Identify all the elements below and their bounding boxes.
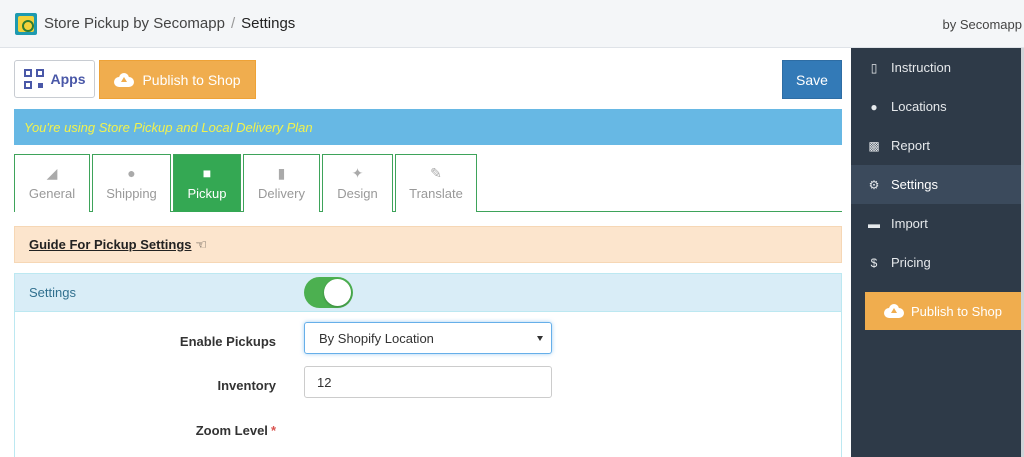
sidebar-item-label: Settings [891,177,938,192]
guide-link[interactable]: Guide For Pickup Settings [29,237,192,252]
page-title: Settings [241,15,296,32]
sidebar-item-import[interactable]: ▬ Import [851,204,1021,243]
folder-open-icon: ▬ [868,216,880,231]
zoom-level-input[interactable]: 12 [304,366,552,398]
save-button[interactable]: Save [782,60,842,99]
tab-translate[interactable]: ✎ Translate [395,154,477,212]
publish-button-label: Publish to Shop [142,71,241,88]
sidebar-item-label: Locations [891,99,947,114]
caret-down-icon [537,336,543,341]
sidebar-item-settings[interactable]: ⚙ Settings [851,165,1021,204]
qr-code-icon [23,69,44,89]
dollar-icon: $ [870,255,878,270]
sidebar-item-report[interactable]: ▩ Report [851,126,1021,165]
edit-icon: ✎ [430,165,442,181]
sidebar-item-label: Pricing [891,255,931,270]
shopping-bag-icon: ■ [202,165,212,181]
tab-label: Pickup [187,186,227,201]
zoom-level-label: Zoom Level * [195,423,276,438]
developer-byline: by Secomapp [942,17,1023,32]
breadcrumb-app-link[interactable]: Store Pickup by Secomapp [44,15,225,32]
tab-label: Delivery [258,186,305,201]
publish-to-shop-button[interactable]: Publish to Shop [99,60,256,99]
tab-general[interactable]: ◢ General [14,154,90,212]
hand-pointer-icon: ☜ [195,236,208,252]
apps-button-label: Apps [50,71,86,87]
magic-wand-icon: ✦ [351,165,364,181]
sidebar-item-pricing[interactable]: $ Pricing [851,243,1021,282]
cloud-upload-icon [883,304,904,318]
gear-icon: ⚙ [868,177,880,192]
enable-pickups-toggle[interactable] [304,277,353,308]
sidebar: ▯ Instruction ● Locations ▩ Report ⚙ Set… [851,48,1024,457]
globe-icon: ● [127,165,136,181]
inventory-select-value: By Shopify Location [319,330,434,346]
map-marker-icon: ● [870,99,878,114]
top-bar: Store Pickup by Secomapp / Settings by Sec… [0,0,1024,48]
bar-chart-icon: ▩ [868,138,880,153]
tab-delivery[interactable]: ▮ Delivery [243,154,320,212]
inventory-select[interactable]: By Shopify Location [304,322,552,354]
sidebar-item-label: Report [891,138,931,153]
tab-label: Shipping [106,186,157,201]
inventory-label: Inventory [217,378,276,393]
apps-button[interactable]: Apps [14,60,95,98]
tab-pickup[interactable]: ■ Pickup [173,154,241,212]
sidebar-item-label: Instruction [891,60,951,75]
app-logo-icon [15,13,37,35]
enable-pickups-label: Enable Pickups [179,334,276,349]
tag-icon: ◢ [46,165,58,181]
panel-title: Settings [15,274,841,312]
book-icon: ▯ [870,60,878,75]
guide-banner: Guide For Pickup Settings ☜ [14,226,842,263]
sidebar-publish-label: Publish to Shop [910,303,1003,319]
settings-tabs: ◢ General ● Shipping ■ Pickup ▮ Delivery… [14,154,842,212]
breadcrumb: Store Pickup by Secomapp / Settings [44,15,295,32]
tab-label: Translate [409,186,463,201]
sidebar-item-label: Import [891,216,928,231]
required-mark: * [270,423,276,438]
sidebar-publish-button[interactable]: Publish to Shop [865,292,1021,330]
truck-icon: ▮ [277,165,286,181]
breadcrumb-separator: / [230,15,236,32]
tab-label: General [28,186,76,201]
cloud-upload-icon [114,72,135,87]
tab-shipping[interactable]: ● Shipping [92,154,171,212]
sidebar-item-locations[interactable]: ● Locations [851,87,1021,126]
tab-design[interactable]: ✦ Design [322,154,393,212]
plan-banner: You're using Store Pickup and Local Deli… [14,109,842,145]
sidebar-item-instruction[interactable]: ▯ Instruction [851,48,1021,87]
tab-label: Design [337,186,378,201]
